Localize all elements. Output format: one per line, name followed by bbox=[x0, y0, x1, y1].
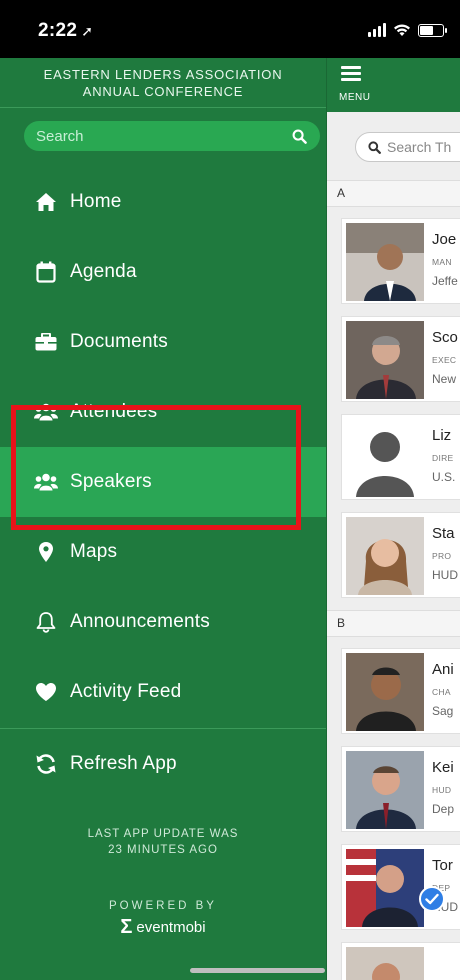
sidebar-item-refresh-app[interactable]: Refresh App bbox=[0, 729, 326, 799]
wifi-icon bbox=[393, 23, 411, 37]
sidebar-item-home[interactable]: Home bbox=[0, 167, 326, 237]
speaker-photo bbox=[346, 223, 424, 301]
speaker-org: Sag bbox=[432, 704, 454, 718]
hamburger-menu-icon[interactable] bbox=[341, 66, 361, 84]
search-input[interactable]: Search bbox=[24, 121, 320, 151]
home-icon bbox=[32, 188, 60, 216]
speakers-list-panel: MENU Search Th A Joe MAN Jeffe Sco EXEC … bbox=[326, 58, 460, 980]
speaker-title: CHA bbox=[432, 687, 451, 697]
check-badge-icon bbox=[419, 886, 445, 912]
event-title: EASTERN LENDERS ASSOCIATION ANNUAL CONFE… bbox=[0, 58, 326, 108]
speaker-title: HUD bbox=[432, 785, 452, 795]
speakers-search-input[interactable]: Search Th bbox=[355, 132, 460, 162]
speaker-photo bbox=[346, 849, 424, 927]
speaker-name: Kei bbox=[432, 759, 454, 776]
sidebar-item-label: Maps bbox=[70, 541, 118, 562]
speaker-photo bbox=[346, 653, 424, 731]
event-title-line2: ANNUAL CONFERENCE bbox=[82, 83, 244, 99]
speaker-card[interactable]: Sco EXEC New bbox=[341, 316, 460, 402]
speaker-name: Sta bbox=[432, 525, 455, 542]
speaker-name: Ani bbox=[432, 661, 454, 678]
sidebar-item-maps[interactable]: Maps bbox=[0, 517, 326, 587]
sidebar-item-label: Announcements bbox=[70, 611, 210, 632]
sidebar-item-label: Home bbox=[70, 191, 122, 212]
refresh-icon bbox=[32, 750, 60, 778]
speaker-card[interactable]: Tor DEP HUD bbox=[341, 844, 460, 930]
speaker-org: U.S. bbox=[432, 470, 456, 484]
eventmobi-mark-icon: Σ bbox=[120, 916, 133, 938]
powered-by: POWERED BY bbox=[109, 900, 217, 912]
speaker-org: Jeffe bbox=[432, 274, 458, 288]
speaker-title: MAN bbox=[432, 257, 452, 267]
users-icon bbox=[32, 398, 60, 426]
status-time: 2:22 ➚ bbox=[38, 20, 93, 42]
bell-icon bbox=[32, 608, 60, 636]
speaker-photo bbox=[346, 751, 424, 829]
location-arrow-icon: ➚ bbox=[81, 23, 94, 39]
heart-icon bbox=[32, 678, 60, 706]
speaker-org: Dep bbox=[432, 802, 455, 816]
speaker-card[interactable]: Joe MAN Jeffe bbox=[341, 218, 460, 304]
signal-icon bbox=[368, 23, 386, 37]
last-update-note: LAST APP UPDATE WAS 23 MINUTES AGO bbox=[0, 826, 326, 858]
speaker-card[interactable]: Kei HUD Dep bbox=[341, 746, 460, 832]
sidebar-item-label: Refresh App bbox=[70, 753, 177, 774]
event-title-line1: EASTERN LENDERS ASSOCIATION bbox=[43, 66, 283, 82]
speaker-photo bbox=[346, 321, 424, 399]
status-bar: 2:22 ➚ bbox=[0, 0, 460, 58]
sidebar-item-label: Speakers bbox=[70, 471, 152, 492]
briefcase-icon bbox=[32, 328, 60, 356]
section-header-b: B bbox=[327, 610, 460, 637]
speaker-org: New bbox=[432, 372, 457, 386]
sidebar-item-announcements[interactable]: Announcements bbox=[0, 587, 326, 657]
speaker-photo bbox=[346, 419, 424, 497]
speaker-card[interactable] bbox=[341, 942, 460, 980]
content-topbar: MENU bbox=[327, 58, 460, 112]
calendar-icon bbox=[32, 258, 60, 286]
speakers-search-placeholder: Search Th bbox=[387, 139, 452, 155]
map-pin-icon bbox=[32, 538, 60, 566]
sidebar-item-speakers[interactable]: Speakers bbox=[0, 447, 326, 517]
sidebar-item-label: Documents bbox=[70, 331, 168, 352]
speaker-name: Joe bbox=[432, 231, 457, 248]
speaker-name: Sco bbox=[432, 329, 458, 346]
speaker-name: Liz bbox=[432, 427, 452, 444]
sidebar-item-agenda[interactable]: Agenda bbox=[0, 237, 326, 307]
sidebar-item-activity-feed[interactable]: Activity Feed bbox=[0, 657, 326, 727]
last-update-line2: 23 MINUTES AGO bbox=[108, 844, 218, 856]
speaker-title: DIRE bbox=[432, 453, 454, 463]
section-header-a: A bbox=[327, 180, 460, 207]
status-icons bbox=[368, 20, 447, 40]
speaker-card[interactable]: Sta PRO HUD bbox=[341, 512, 460, 598]
sidebar-item-label: Activity Feed bbox=[70, 681, 182, 702]
search-icon[interactable] bbox=[290, 127, 308, 145]
sidebar-item-attendees[interactable]: Attendees bbox=[0, 377, 326, 447]
sidebar-item-documents[interactable]: Documents bbox=[0, 307, 326, 377]
search-placeholder: Search bbox=[36, 127, 84, 145]
speaker-card[interactable]: Ani CHA Sag bbox=[341, 648, 460, 734]
sidebar-item-label: Attendees bbox=[70, 401, 158, 422]
speaker-name: Tor bbox=[432, 857, 453, 874]
battery-icon bbox=[418, 23, 447, 37]
speaker-card[interactable]: Liz DIRE U.S. bbox=[341, 414, 460, 500]
speaker-title: EXEC bbox=[432, 355, 457, 365]
status-time-text: 2:22 bbox=[38, 20, 78, 41]
menu-label[interactable]: MENU bbox=[339, 92, 370, 103]
users-icon bbox=[32, 468, 60, 496]
home-indicator[interactable] bbox=[190, 968, 325, 973]
drawer-search: Search bbox=[0, 121, 326, 155]
speaker-org: HUD bbox=[432, 568, 458, 582]
eventmobi-wordmark: eventmobi bbox=[136, 918, 206, 936]
speaker-photo bbox=[346, 947, 424, 980]
last-update-line1: LAST APP UPDATE WAS bbox=[87, 828, 239, 840]
navigation-drawer: EASTERN LENDERS ASSOCIATION ANNUAL CONFE… bbox=[0, 58, 326, 980]
sidebar-item-label: Agenda bbox=[70, 261, 137, 282]
eventmobi-logo: Σ eventmobi bbox=[0, 916, 326, 938]
search-icon bbox=[368, 140, 381, 154]
speaker-photo bbox=[346, 517, 424, 595]
speaker-title: PRO bbox=[432, 551, 452, 561]
